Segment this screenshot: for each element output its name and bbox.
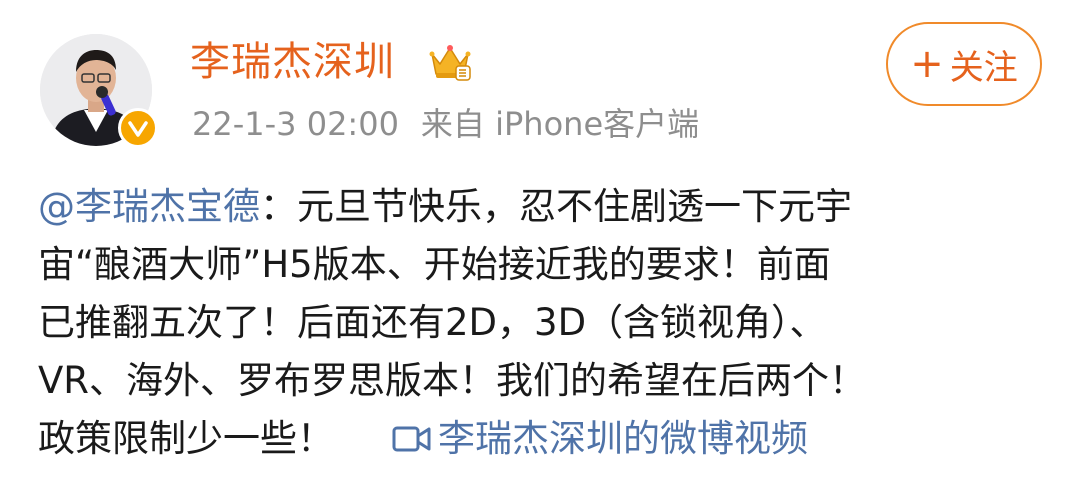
video-camera-icon [392, 426, 431, 452]
mention-link[interactable]: @李瑞杰宝德 [38, 185, 260, 228]
post-line-2: 宙“酿酒大师”H5版本、开始接近我的要求！前面 [38, 243, 831, 286]
weibo-post: 李瑞杰深圳 22-1-3 02:00 来自 iPhone客户端 + 关注 @李瑞杰宝… [0, 0, 1079, 486]
post-meta: 22-1-3 02:00 来自 iPhone客户端 [192, 104, 699, 144]
video-link-label: 李瑞杰深圳的微博视频 [438, 417, 808, 460]
crown-icon[interactable] [428, 40, 472, 84]
post-text-segment: 政策限制少一些！ [38, 417, 334, 460]
follow-label: 关注 [949, 47, 1018, 88]
plus-icon: + [910, 41, 944, 87]
username[interactable]: 李瑞杰深圳 [190, 38, 395, 86]
source-client: iPhone客户端 [495, 105, 700, 143]
post-text-segment: ：元旦节快乐，忍不住剧透一下元宇 [260, 185, 852, 228]
source-prefix: 来自 [420, 105, 485, 143]
post-text: @李瑞杰宝德：元旦节快乐，忍不住剧透一下元宇 宙“酿酒大师”H5版本、开始接近我… [38, 178, 1048, 468]
follow-button[interactable]: + 关注 [886, 22, 1042, 106]
verified-badge-icon [118, 108, 158, 148]
timestamp: 22-1-3 02:00 [192, 105, 399, 143]
post-line-3: 已推翻五次了！后面还有2D，3D（含锁视角）、 [38, 301, 827, 344]
post-line-5: 政策限制少一些！ 李瑞杰深圳的微博视频 [38, 410, 1048, 468]
post-line-1: @李瑞杰宝德：元旦节快乐，忍不住剧透一下元宇 [38, 178, 1048, 236]
post-line-4: VR、海外、罗布罗思版本！我们的希望在后两个！ [38, 359, 867, 402]
video-link[interactable]: 李瑞杰深圳的微博视频 [392, 417, 808, 460]
